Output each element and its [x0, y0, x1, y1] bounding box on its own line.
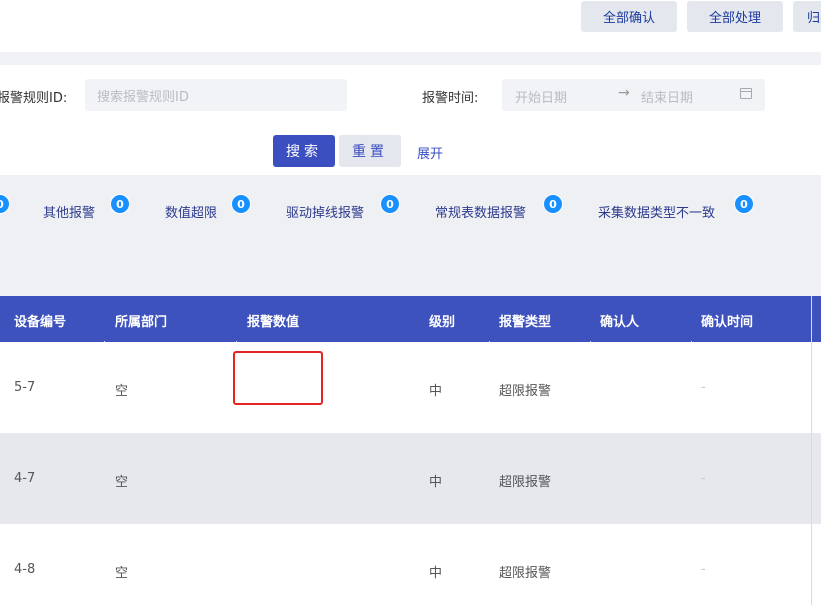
column-level[interactable]: 级别: [429, 311, 455, 330]
alarm-time-label: 报警时间:: [422, 91, 479, 106]
table-scroll-edge: [811, 296, 821, 605]
column-alarm-type[interactable]: 报警类型: [499, 311, 551, 330]
handle-all-button[interactable]: 全部处理: [687, 1, 783, 32]
cell-confirm-time: -: [701, 380, 706, 395]
category-other-alarm[interactable]: 其他报警: [43, 202, 95, 221]
cell-alarm-type: 超限报警: [499, 475, 552, 490]
confirm-all-button[interactable]: 全部确认: [581, 1, 677, 32]
highlight-annotation-box: [233, 351, 323, 405]
table-row[interactable]: 4-8 空 中 超限报警 -: [0, 524, 821, 605]
expand-link[interactable]: 展开: [417, 143, 443, 162]
cell-department: 空: [115, 475, 129, 490]
category-count-badge: 0: [380, 194, 400, 214]
column-department[interactable]: 所属部门: [115, 311, 167, 330]
category-data-type-mismatch[interactable]: 采集数据类型不一致: [598, 202, 715, 221]
search-button[interactable]: 搜索: [273, 135, 335, 167]
category-count-badge: 0: [543, 194, 563, 214]
cell-level: 中: [429, 384, 443, 399]
category-count-badge: 0: [110, 194, 130, 214]
cell-alarm-type: 超限报警: [499, 566, 552, 581]
cell-confirm-time: -: [701, 471, 706, 486]
cell-alarm-type: 超限报警: [499, 384, 552, 399]
date-range-picker[interactable]: 开始日期 → 结束日期: [502, 79, 765, 111]
column-confirmer[interactable]: 确认人: [600, 311, 639, 330]
table-header: 设备编号 所属部门 报警数值 级别 报警类型 确认人 确认时间: [0, 296, 821, 347]
section-divider: [0, 52, 821, 65]
category-count-badge: 0: [0, 194, 10, 214]
archive-button[interactable]: 归: [793, 1, 821, 32]
reset-button[interactable]: 重置: [339, 135, 401, 167]
cell-device-id: 4-7: [14, 471, 36, 486]
cell-department: 空: [115, 384, 129, 399]
category-count-badge: 0: [231, 194, 251, 214]
end-date-input[interactable]: 结束日期: [641, 87, 693, 106]
range-arrow-icon: →: [618, 85, 630, 101]
alarm-category-bar: 0 其他报警 0 数值超限 0 驱动掉线报警 0 常规表数据报警 0 采集数据类…: [0, 175, 821, 296]
category-regular-meter-alarm[interactable]: 常规表数据报警: [435, 202, 526, 221]
cell-department: 空: [115, 566, 129, 581]
category-driver-offline[interactable]: 驱动掉线报警: [286, 202, 364, 221]
rule-id-input[interactable]: 搜索报警规则ID: [85, 79, 347, 111]
calendar-icon: [740, 88, 752, 99]
start-date-input[interactable]: 开始日期: [515, 87, 567, 106]
cell-device-id: 5-7: [14, 380, 36, 395]
search-panel: 报警规则ID: 搜索报警规则ID 报警时间: 开始日期 → 结束日期 搜索 重置…: [0, 65, 821, 175]
top-toolbar: 全部确认 全部处理 归: [0, 0, 821, 52]
column-device-id[interactable]: 设备编号: [14, 311, 66, 330]
category-value-exceeded[interactable]: 数值超限: [165, 202, 217, 221]
category-count-badge: 0: [734, 194, 754, 214]
column-confirm-time[interactable]: 确认时间: [701, 311, 753, 330]
table-row[interactable]: 5-7 空 中 超限报警 -: [0, 342, 821, 433]
cell-confirm-time: -: [701, 562, 706, 577]
table-row[interactable]: 4-7 空 中 超限报警 -: [0, 433, 821, 524]
cell-device-id: 4-8: [14, 562, 36, 577]
cell-level: 中: [429, 566, 443, 581]
column-alarm-value[interactable]: 报警数值: [247, 311, 299, 330]
rule-id-label: 报警规则ID:: [0, 91, 68, 106]
cell-level: 中: [429, 475, 443, 490]
